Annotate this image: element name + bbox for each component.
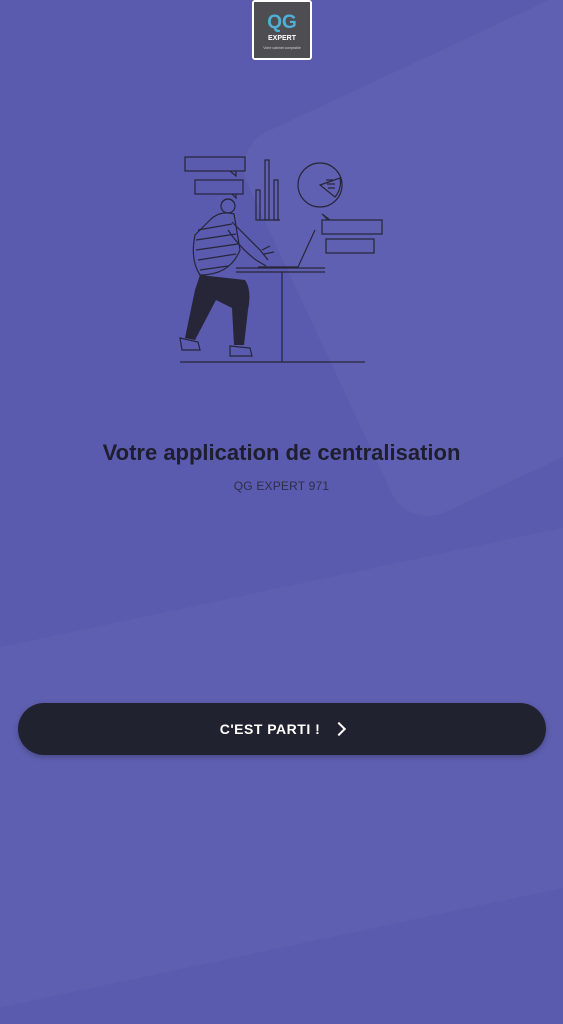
start-button[interactable]: C'EST PARTI ! <box>18 703 546 755</box>
page-subtitle: QG EXPERT 971 <box>233 479 330 493</box>
app-logo: QG EXPERT Votre cabinet comptable <box>252 0 312 60</box>
chevron-right-icon <box>332 721 347 737</box>
logo-tagline: Votre cabinet comptable <box>263 46 301 50</box>
background-shape <box>0 516 563 1024</box>
start-button-label: C'EST PARTI ! <box>219 721 321 737</box>
person-working-at-laptop-illustration <box>179 156 383 363</box>
logo-letters: QG <box>267 12 297 33</box>
logo-word: EXPERT <box>268 35 297 42</box>
qg-expert-logo-icon: QG EXPERT Votre cabinet comptable <box>254 2 310 58</box>
page-title: Votre application de centralisation <box>102 440 461 465</box>
